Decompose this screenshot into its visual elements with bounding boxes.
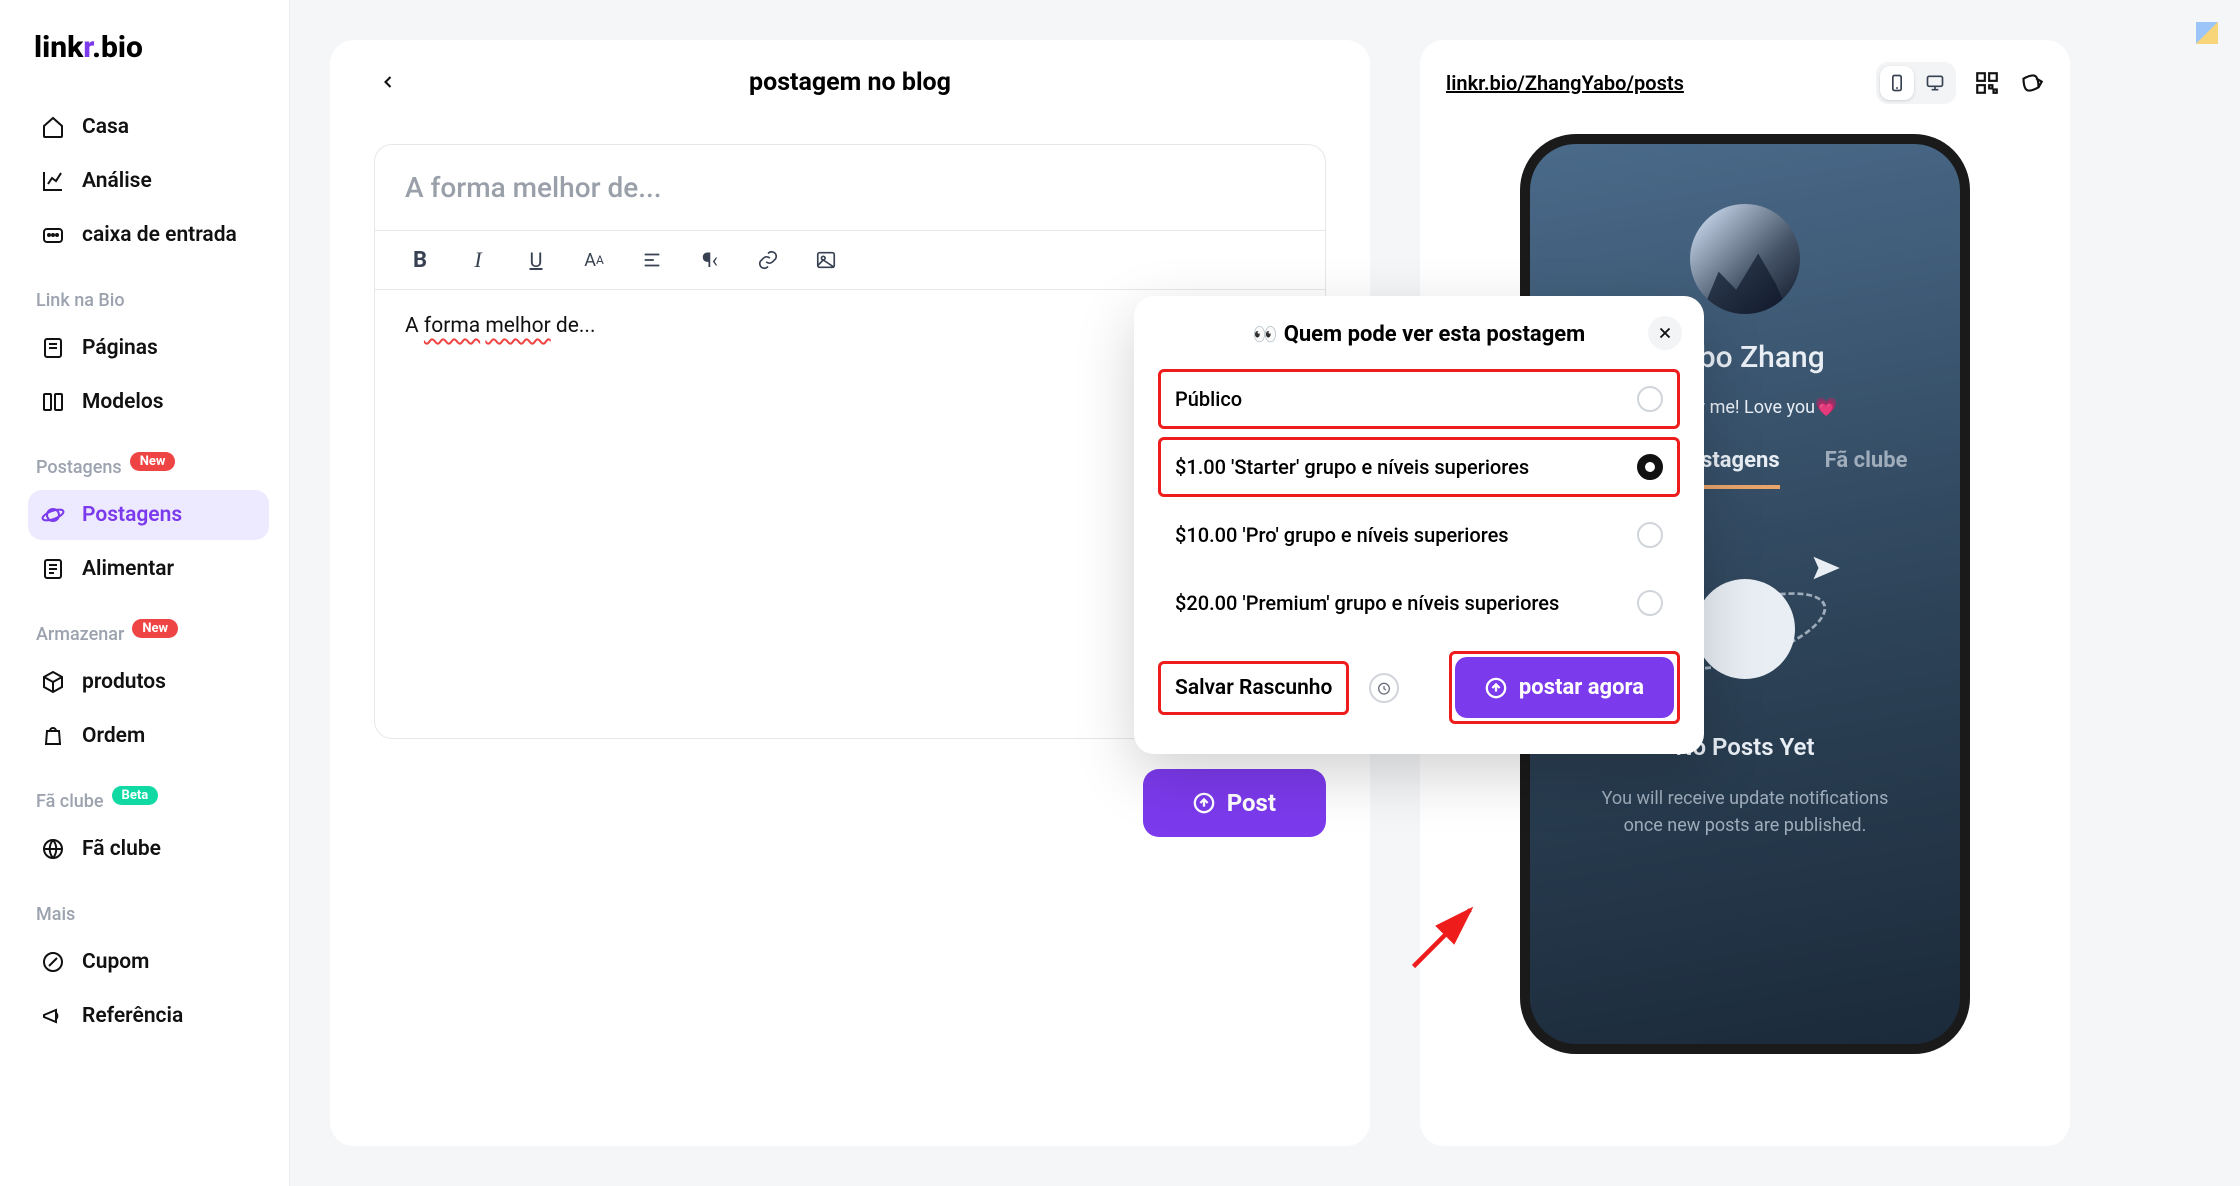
bag-icon bbox=[40, 723, 66, 749]
preview-url[interactable]: linkr.bio/ZhangYabo/posts bbox=[1446, 71, 1684, 95]
editor-title: postagem no blog bbox=[370, 68, 1330, 97]
sidebar-item-label: Cupom bbox=[82, 950, 149, 974]
visibility-modal: 👀Quem pode ver esta postagem Público $1.… bbox=[1134, 296, 1704, 754]
sidebar-item-label: Páginas bbox=[82, 336, 158, 360]
sidebar-item-label: produtos bbox=[82, 670, 166, 694]
sidebar-item-orders[interactable]: Ordem bbox=[28, 711, 269, 761]
percent-icon bbox=[40, 949, 66, 975]
radio-icon bbox=[1637, 522, 1663, 548]
sidebar-item-label: Referência bbox=[82, 1004, 183, 1028]
desktop-view-button[interactable] bbox=[1918, 66, 1952, 100]
sidebar-item-label: Ordem bbox=[82, 724, 145, 748]
chart-icon bbox=[40, 168, 66, 194]
sidebar-item-label: Postagens bbox=[82, 503, 182, 527]
megaphone-icon bbox=[40, 1003, 66, 1029]
sidebar-item-label: caixa de entrada bbox=[82, 223, 237, 247]
sidebar-item-referral[interactable]: Referência bbox=[28, 991, 269, 1041]
save-draft-button[interactable]: Salvar Rascunho bbox=[1158, 661, 1349, 715]
sidebar-heading-more: Mais bbox=[28, 894, 269, 937]
publish-now-button[interactable]: postar agora bbox=[1455, 657, 1674, 718]
share-icon[interactable] bbox=[2018, 70, 2044, 96]
sidebar-item-home[interactable]: Casa bbox=[28, 102, 269, 152]
sidebar-item-label: Modelos bbox=[82, 390, 164, 414]
sidebar-item-feed[interactable]: Alimentar bbox=[28, 544, 269, 594]
paragraph-icon[interactable]: ¶‹ bbox=[695, 245, 725, 275]
sidebar-heading-fan: Fã clubeBeta bbox=[28, 781, 269, 824]
post-button[interactable]: Post bbox=[1143, 769, 1326, 837]
feed-icon bbox=[40, 556, 66, 582]
sidebar-item-label: Alimentar bbox=[82, 557, 174, 581]
radio-icon bbox=[1637, 590, 1663, 616]
globe-icon bbox=[40, 836, 66, 862]
pages-icon bbox=[40, 335, 66, 361]
sidebar-item-label: Casa bbox=[82, 115, 129, 139]
option-starter[interactable]: $1.00 'Starter' grupo e níveis superiore… bbox=[1158, 437, 1680, 497]
no-posts-subtitle: You will receive update notifications on… bbox=[1560, 785, 1930, 839]
mobile-view-button[interactable] bbox=[1880, 66, 1914, 100]
device-toggle bbox=[1876, 62, 1956, 104]
image-icon[interactable] bbox=[811, 245, 841, 275]
sidebar-item-posts[interactable]: Postagens bbox=[28, 490, 269, 540]
new-badge: New bbox=[130, 452, 176, 471]
schedule-icon[interactable] bbox=[1369, 673, 1399, 703]
eyes-icon: 👀 bbox=[1253, 322, 1278, 346]
modal-title: 👀Quem pode ver esta postagem bbox=[1158, 322, 1680, 347]
sidebar-item-templates[interactable]: Modelos bbox=[28, 377, 269, 427]
underline-icon[interactable]: U bbox=[521, 245, 551, 275]
sidebar-heading-posts: PostagensNew bbox=[28, 447, 269, 490]
avatar bbox=[1690, 204, 1800, 314]
radio-icon bbox=[1637, 386, 1663, 412]
paper-plane-icon bbox=[1811, 553, 1841, 587]
new-badge: New bbox=[132, 619, 178, 638]
sidebar-item-analytics[interactable]: Análise bbox=[28, 156, 269, 206]
option-pro[interactable]: $10.00 'Pro' grupo e níveis superiores bbox=[1158, 505, 1680, 565]
sidebar-item-coupon[interactable]: Cupom bbox=[28, 937, 269, 987]
radio-icon bbox=[1637, 454, 1663, 480]
sidebar-item-products[interactable]: produtos bbox=[28, 657, 269, 707]
broken-image-icon bbox=[2196, 22, 2218, 44]
sidebar-item-inbox[interactable]: caixa de entrada bbox=[28, 210, 269, 260]
close-button[interactable] bbox=[1648, 316, 1682, 350]
sidebar-item-label: Fã clube bbox=[82, 837, 161, 861]
sidebar-item-fanclub[interactable]: Fã clube bbox=[28, 824, 269, 874]
option-public[interactable]: Público bbox=[1158, 369, 1680, 429]
tab-fanclub[interactable]: Fã clube bbox=[1825, 448, 1908, 489]
inbox-icon bbox=[40, 222, 66, 248]
arrow-annotation bbox=[1400, 890, 1490, 984]
templates-icon bbox=[40, 389, 66, 415]
italic-icon[interactable]: I bbox=[463, 245, 493, 275]
sidebar-heading-link: Link na Bio bbox=[28, 280, 269, 323]
beta-badge: Beta bbox=[112, 786, 159, 805]
editor-toolbar: B I U AA ¶‹ bbox=[375, 231, 1325, 290]
post-title-input[interactable]: A forma melhor de... bbox=[375, 145, 1325, 231]
sidebar: linkr.bio Casa Análise caixa de entrada … bbox=[0, 0, 290, 1186]
planet-icon bbox=[40, 502, 66, 528]
main: postagem no blog A forma melhor de... B … bbox=[290, 0, 2240, 1186]
box-icon bbox=[40, 669, 66, 695]
align-icon[interactable] bbox=[637, 245, 667, 275]
qr-icon[interactable] bbox=[1974, 70, 2000, 96]
home-icon bbox=[40, 114, 66, 140]
sidebar-item-label: Análise bbox=[82, 169, 152, 193]
logo[interactable]: linkr.bio bbox=[28, 28, 269, 66]
option-premium[interactable]: $20.00 'Premium' grupo e níveis superior… bbox=[1158, 573, 1680, 633]
link-icon[interactable] bbox=[753, 245, 783, 275]
font-size-icon[interactable]: AA bbox=[579, 245, 609, 275]
bold-icon[interactable]: B bbox=[405, 245, 435, 275]
sidebar-item-pages[interactable]: Páginas bbox=[28, 323, 269, 373]
publish-highlight: postar agora bbox=[1449, 651, 1680, 724]
sidebar-heading-store: ArmazenarNew bbox=[28, 614, 269, 657]
